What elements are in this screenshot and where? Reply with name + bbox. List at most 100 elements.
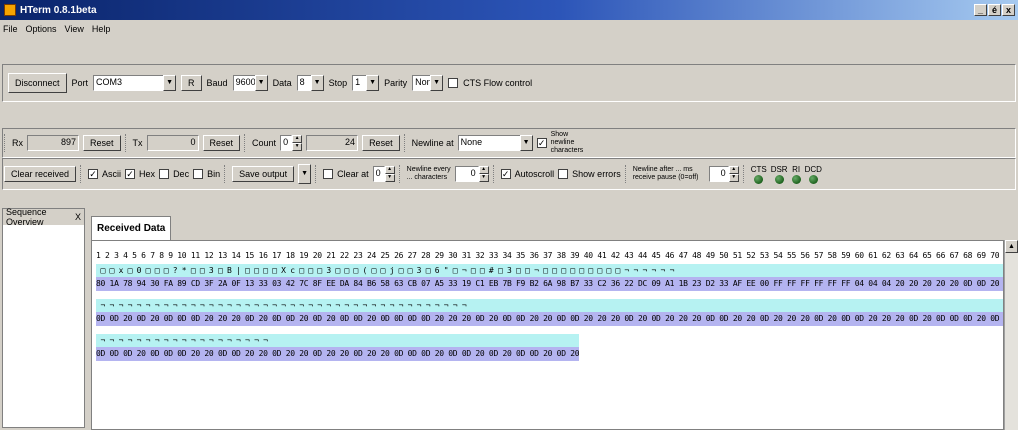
stop-bits-select[interactable]: 1 ▼	[352, 75, 380, 91]
panel-title: Sequence Overview	[6, 207, 47, 227]
chevron-down-icon[interactable]: ▼	[430, 75, 444, 91]
ascii-row: ¬ ¬ ¬ ¬ ¬ ¬ ¬ ¬ ¬ ¬ ¬ ¬ ¬ ¬ ¬ ¬ ¬ ¬ ¬	[96, 334, 580, 347]
newline-at-select[interactable]: None ▼	[457, 135, 533, 151]
column-numbers: 1 2 3 4 5 6 7 8 9 10 11 12 13 14 15 16 1…	[96, 251, 1004, 260]
spin-down-icon[interactable]: ▼	[478, 174, 489, 182]
hex-checkbox[interactable]: ✓	[125, 169, 136, 179]
toolbar-grip[interactable]	[315, 165, 319, 183]
close-button[interactable]: x	[1002, 4, 1015, 16]
dcd-indicator: DCD	[805, 165, 822, 184]
close-icon[interactable]: X	[75, 212, 81, 222]
sequence-overview-panel: Sequence Overview X	[2, 207, 85, 428]
count-label: Count	[252, 138, 277, 148]
toolbar-grip[interactable]	[742, 165, 747, 183]
ascii-checkbox[interactable]: ✓	[88, 169, 99, 179]
refresh-ports-button[interactable]: R	[181, 75, 202, 91]
tx-label: Tx	[132, 138, 143, 148]
menu-help[interactable]: Help	[92, 24, 111, 34]
led-icon	[774, 174, 784, 184]
clear-received-button[interactable]: Clear received	[4, 166, 77, 182]
toolbar-grip[interactable]	[224, 165, 228, 183]
bin-label: Bin	[207, 169, 221, 179]
cts-flow-checkbox[interactable]	[448, 78, 459, 88]
hex-label: Hex	[139, 169, 156, 179]
spin-down-icon[interactable]: ▼	[292, 143, 303, 151]
autoscroll-checkbox[interactable]: ✓	[500, 169, 511, 179]
rx-reset-button[interactable]: Reset	[83, 135, 121, 151]
newline-every-spinner[interactable]: 0 ▲ ▼	[454, 166, 489, 182]
save-output-button[interactable]: Save output	[232, 166, 295, 182]
vertical-scrollbar[interactable]: ▲	[1004, 240, 1018, 430]
stop-bits-label: Stop	[328, 78, 348, 88]
count-total: 24	[306, 135, 359, 151]
dsr-indicator: DSR	[771, 165, 788, 184]
spin-up-icon[interactable]: ▲	[384, 166, 395, 174]
hex-row: 0D 0D 0D 20 0D 0D 0D 20 20 0D 0D 20 20 0…	[96, 347, 580, 361]
data-block: ¬ ¬ ¬ ¬ ¬ ¬ ¬ ¬ ¬ ¬ ¬ ¬ ¬ ¬ ¬ ¬ ¬ ¬ ¬ ¬ …	[96, 299, 1003, 326]
received-data-view[interactable]: 1 2 3 4 5 6 7 8 9 10 11 12 13 14 15 16 1…	[91, 240, 1004, 430]
chevron-down-icon[interactable]: ▼	[254, 75, 268, 91]
chevron-down-icon[interactable]: ▼	[298, 164, 312, 184]
show-newline-checkbox[interactable]: ✓	[536, 138, 547, 148]
spin-down-icon[interactable]: ▼	[728, 174, 739, 182]
port-select[interactable]: COM3 ▼	[93, 75, 177, 91]
data-bits-select[interactable]: 8 ▼	[296, 75, 324, 91]
data-block: □ □ x □ 0 □ □ □ ? * □ □ 3 □ B | □ □ □ □ …	[96, 264, 1003, 291]
received-area: Received Data 1 2 3 4 5 6 7 8 9 10 11 12…	[87, 208, 1018, 430]
menu-view[interactable]: View	[65, 24, 84, 34]
toolbar-grip[interactable]	[80, 165, 84, 183]
show-errors-checkbox[interactable]	[558, 169, 569, 179]
counters-toolbar: Rx 897 Reset Tx 0 Reset Count 0 ▲ ▼ 24 Res…	[0, 131, 1018, 154]
parity-select[interactable]: None▼	[412, 75, 444, 91]
scroll-up-icon[interactable]: ▲	[1005, 240, 1018, 253]
spin-up-icon[interactable]: ▲	[292, 135, 303, 143]
menu-file[interactable]: File	[3, 24, 18, 34]
led-icon	[754, 174, 764, 184]
led-icon	[791, 174, 801, 184]
show-newline-label: Show newline characters	[550, 131, 584, 154]
baud-label: Baud	[206, 78, 228, 88]
port-label: Port	[71, 78, 89, 88]
dec-checkbox[interactable]	[159, 169, 170, 179]
data-bits-label: Data	[272, 78, 292, 88]
hex-row: 0D 0D 20 0D 20 0D 0D 0D 20 20 20 0D 20 0…	[96, 312, 1003, 326]
options-toolbar: Clear received ✓ Ascii ✓ Hex Dec Bin Save …	[0, 162, 1018, 186]
newline-at-label: Newline at	[411, 138, 454, 148]
chevron-down-icon[interactable]: ▼	[366, 75, 380, 91]
minimize-button[interactable]: _	[974, 4, 987, 16]
toolbar-grip[interactable]	[403, 134, 408, 152]
newline-after-spinner[interactable]: 0 ▲ ▼	[708, 166, 739, 182]
count-reset-button[interactable]: Reset	[362, 135, 400, 151]
toolbar-grip[interactable]	[244, 134, 248, 152]
led-icon	[808, 174, 818, 184]
connection-toolbar: Disconnect Port COM3 ▼ R Baud 9600 ▼ Data …	[0, 70, 1018, 96]
cts-flow-label: CTS Flow control	[463, 78, 533, 88]
spin-down-icon[interactable]: ▼	[384, 174, 395, 182]
dec-label: Dec	[173, 169, 190, 179]
toolbar-grip[interactable]	[4, 134, 8, 152]
baud-select[interactable]: 9600 ▼	[232, 75, 268, 91]
maximize-button[interactable]: é	[988, 4, 1001, 16]
spin-up-icon[interactable]: ▲	[478, 166, 489, 174]
clear-at-checkbox[interactable]	[323, 169, 334, 179]
clear-at-spinner[interactable]: 0 ▲ ▼	[372, 166, 395, 182]
bin-checkbox[interactable]	[193, 169, 204, 179]
disconnect-button[interactable]: Disconnect	[8, 73, 67, 93]
chevron-down-icon[interactable]: ▼	[310, 75, 324, 91]
chevron-down-icon[interactable]: ▼	[163, 75, 177, 91]
toolbar-grip[interactable]	[624, 165, 629, 183]
menu-options[interactable]: Options	[26, 24, 57, 34]
window-title: HTerm 0.8.1beta	[20, 4, 97, 16]
toolbar-grip[interactable]	[492, 165, 497, 183]
cts-indicator: CTS	[751, 165, 767, 184]
ri-indicator: RI	[791, 165, 801, 184]
hex-row: 80 1A 78 94 30 FA 89 CD 3F 2A 0F 13 33 0…	[96, 277, 1003, 291]
rx-label: Rx	[12, 138, 23, 148]
count-spinner[interactable]: 0 ▲ ▼	[280, 135, 303, 151]
spin-up-icon[interactable]: ▲	[728, 166, 739, 174]
tx-reset-button[interactable]: Reset	[202, 135, 241, 151]
tab-received-data[interactable]: Received Data	[91, 216, 172, 241]
toolbar-grip[interactable]	[398, 165, 403, 183]
toolbar-grip[interactable]	[124, 134, 129, 152]
chevron-down-icon[interactable]: ▼	[519, 135, 533, 151]
